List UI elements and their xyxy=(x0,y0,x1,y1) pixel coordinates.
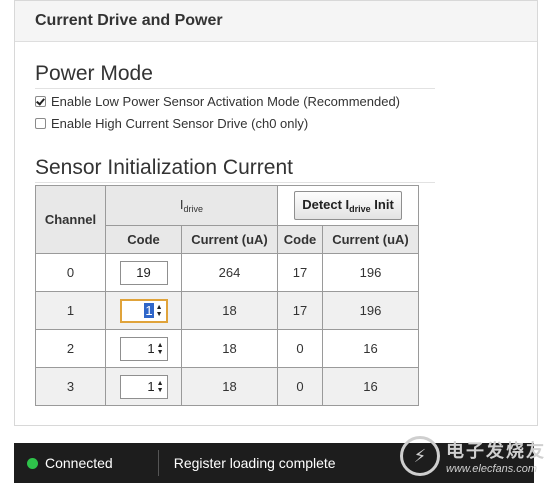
code-cell: 19 xyxy=(105,253,182,292)
spinner-arrows-icon[interactable]: ▲ ▼ xyxy=(156,304,163,318)
code-cell: 1 ▲ ▼ xyxy=(105,329,182,368)
current-header: Current (uA) xyxy=(181,225,278,254)
code-input[interactable]: 19 xyxy=(119,260,168,285)
code-spinner[interactable]: 1 ▲ ▼ xyxy=(119,374,168,399)
low-power-mode-option[interactable]: Enable Low Power Sensor Activation Mode … xyxy=(35,94,400,109)
table-row: 2 1 ▲ ▼ 18 0 16 xyxy=(35,329,419,368)
low-power-mode-checkbox[interactable] xyxy=(35,96,46,107)
channel-cell: 3 xyxy=(35,367,106,406)
code-spinner[interactable]: 1 ▲ ▼ xyxy=(119,298,168,323)
detect-code-cell: 0 xyxy=(277,367,323,406)
current-cell: 18 xyxy=(181,367,278,406)
detect-header-cell: Detect Idrive Init xyxy=(277,185,419,226)
high-current-drive-checkbox[interactable] xyxy=(35,118,46,129)
code-header: Code xyxy=(105,225,182,254)
channel-cell: 2 xyxy=(35,329,106,368)
code-spinner[interactable]: 1 ▲ ▼ xyxy=(119,336,168,361)
detect-current-cell: 196 xyxy=(322,253,419,292)
detect-current-header: Current (uA) xyxy=(322,225,419,254)
table-row: 1 1 ▲ ▼ 18 17 196 xyxy=(35,291,419,330)
high-current-drive-option[interactable]: Enable High Current Sensor Drive (ch0 on… xyxy=(35,116,308,131)
high-current-drive-label[interactable]: Enable High Current Sensor Drive (ch0 on… xyxy=(51,116,308,131)
current-cell: 264 xyxy=(181,253,278,292)
current-cell: 18 xyxy=(181,329,278,368)
detect-code-cell: 17 xyxy=(277,253,323,292)
code-value[interactable]: 1 xyxy=(147,341,154,356)
code-cell: 1 ▲ ▼ xyxy=(105,291,182,330)
table-row: 0 19 264 17 196 xyxy=(35,253,419,292)
detect-current-cell: 16 xyxy=(322,367,419,406)
sensor-init-title: Sensor Initialization Current xyxy=(35,156,435,183)
code-cell: 1 ▲ ▼ xyxy=(105,367,182,406)
panel-title: Current Drive and Power xyxy=(35,12,223,29)
low-power-mode-label[interactable]: Enable Low Power Sensor Activation Mode … xyxy=(51,94,400,109)
watermark-emblem-icon: ⚡ xyxy=(400,436,440,476)
detect-idrive-init-button[interactable]: Detect Idrive Init xyxy=(294,191,402,220)
spinner-arrows-icon[interactable]: ▲ ▼ xyxy=(157,380,164,394)
watermark-url: www.elecfans.com xyxy=(446,463,538,475)
table-row: 3 1 ▲ ▼ 18 0 16 xyxy=(35,367,419,406)
panel-heading: Current Drive and Power xyxy=(15,1,537,42)
channel-header: Channel xyxy=(35,185,106,254)
connection-status: Connected xyxy=(45,455,113,471)
code-value[interactable]: 1 xyxy=(144,303,154,318)
status-divider xyxy=(157,450,159,476)
current-drive-power-panel: Current Drive and Power Power Mode Enabl… xyxy=(14,0,538,426)
status-message: Register loading complete xyxy=(173,455,336,471)
spinner-arrows-icon[interactable]: ▲ ▼ xyxy=(157,342,164,356)
detect-code-header: Code xyxy=(277,225,323,254)
power-mode-title: Power Mode xyxy=(35,62,435,89)
channel-cell: 0 xyxy=(35,253,106,292)
detect-current-cell: 196 xyxy=(322,291,419,330)
sensor-init-table: Channel Idrive Detect Idrive Init Code C… xyxy=(35,185,419,406)
detect-code-cell: 17 xyxy=(277,291,323,330)
idrive-header: Idrive xyxy=(105,185,278,226)
watermark-cn-text: 电子发烧友 xyxy=(446,441,546,461)
detect-code-cell: 0 xyxy=(277,329,323,368)
channel-cell: 1 xyxy=(35,291,106,330)
detect-current-cell: 16 xyxy=(322,329,419,368)
code-value[interactable]: 1 xyxy=(147,379,154,394)
watermark-logo: ⚡ 电子发烧友 www.elecfans.com xyxy=(400,436,546,476)
connected-status-icon xyxy=(27,457,38,469)
current-cell: 18 xyxy=(181,291,278,330)
